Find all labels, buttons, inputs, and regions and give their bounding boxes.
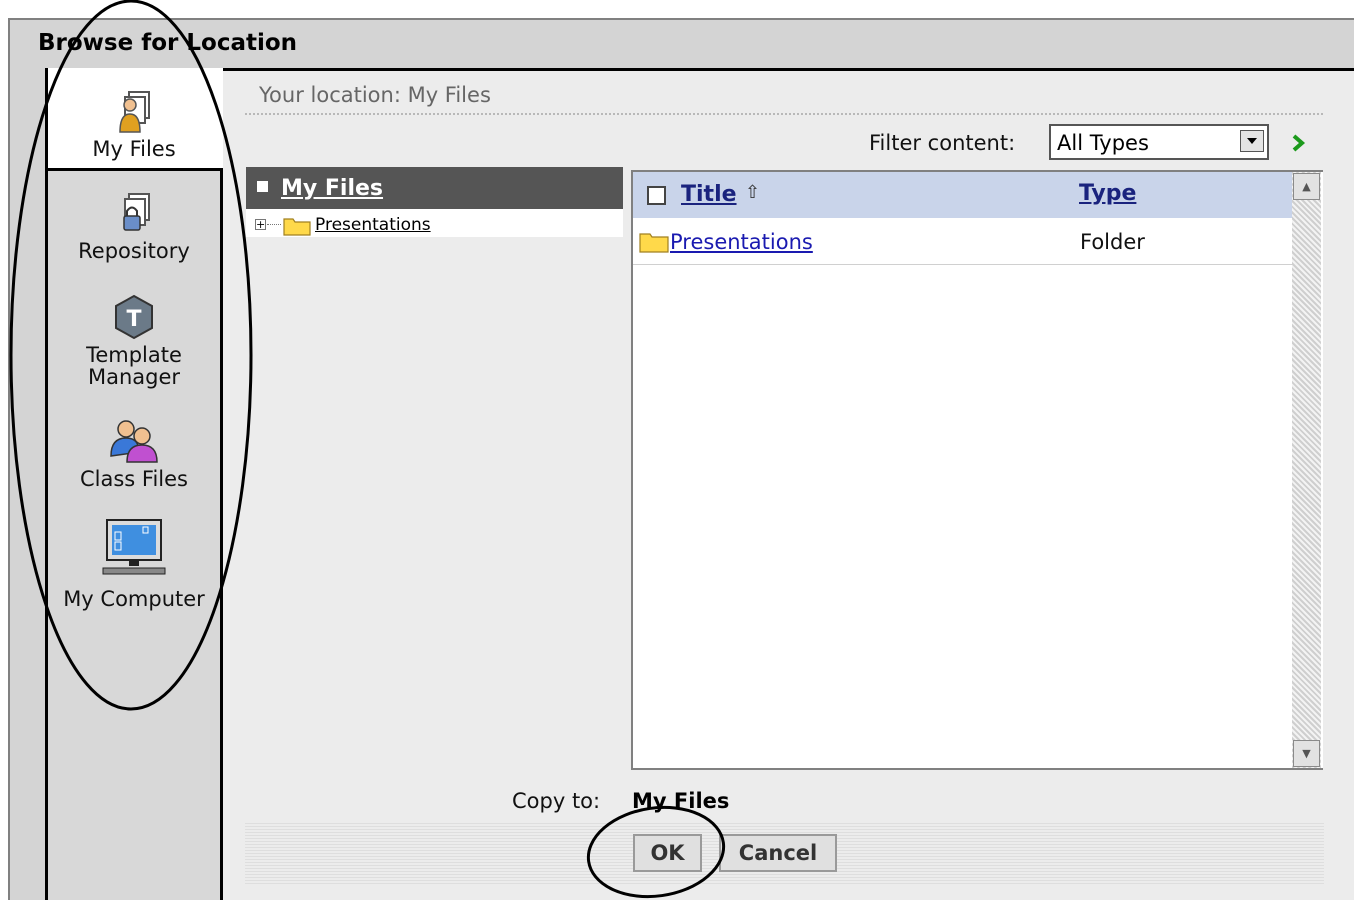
expand-plus-icon[interactable]: + bbox=[255, 219, 266, 230]
filter-label: Filter content: bbox=[869, 131, 1016, 155]
svg-text:T: T bbox=[126, 307, 141, 332]
sidebar-item-my-files[interactable]: My Files bbox=[48, 88, 220, 160]
vertical-scrollbar[interactable] bbox=[1292, 172, 1321, 768]
column-header-title[interactable]: Title bbox=[681, 182, 737, 207]
scroll-up-button[interactable]: ▲ bbox=[1293, 173, 1320, 200]
file-type-cell: Folder bbox=[1080, 230, 1145, 254]
template-manager-icon: T bbox=[115, 294, 153, 340]
sidebar-item-class-files[interactable]: Class Files bbox=[48, 416, 220, 490]
filter-go-button[interactable] bbox=[1289, 133, 1307, 159]
tree-connector bbox=[267, 224, 281, 225]
active-tab-border bbox=[45, 168, 223, 171]
dialog-title: Browse for Location bbox=[38, 30, 298, 56]
sidebar-item-label: My Files bbox=[92, 137, 176, 161]
sidebar-item-repository[interactable]: Repository bbox=[48, 192, 220, 262]
location-breadcrumb: Your location: My Files bbox=[259, 83, 491, 107]
location-divider bbox=[245, 113, 1323, 115]
copy-to-value: My Files bbox=[632, 789, 730, 813]
copy-to-label: Copy to: bbox=[512, 789, 601, 813]
class-files-icon bbox=[110, 420, 158, 463]
sidebar-item-template-manager[interactable]: T Template Manager bbox=[48, 294, 220, 388]
folder-icon bbox=[639, 233, 669, 253]
file-name-link[interactable]: Presentations bbox=[670, 230, 813, 254]
chevron-right-icon bbox=[1292, 134, 1306, 152]
filter-dropdown-button[interactable] bbox=[1240, 130, 1264, 152]
sidebar-item-label: My Computer bbox=[63, 587, 205, 611]
sidebar-divider bbox=[220, 168, 223, 900]
filter-selected-value: All Types bbox=[1057, 131, 1149, 155]
chevron-down-icon bbox=[1247, 138, 1257, 144]
column-header-type[interactable]: Type bbox=[1079, 181, 1136, 206]
scroll-down-button[interactable]: ▼ bbox=[1293, 740, 1320, 767]
my-files-icon bbox=[119, 91, 150, 133]
tree-root-link[interactable]: My Files bbox=[281, 176, 383, 201]
repository-icon bbox=[123, 193, 150, 231]
sidebar-item-label: Template Manager bbox=[86, 343, 182, 389]
sidebar-item-label: Class Files bbox=[79, 467, 188, 491]
folder-icon bbox=[283, 218, 311, 236]
tree-root-bullet-icon bbox=[257, 181, 268, 192]
select-all-checkbox[interactable] bbox=[647, 186, 666, 205]
tree-item-presentations[interactable]: Presentations bbox=[315, 215, 431, 235]
sidebar-item-label: Repository bbox=[78, 239, 190, 263]
cancel-button[interactable]: Cancel bbox=[719, 834, 837, 872]
sort-up-icon: ⇧ bbox=[745, 182, 761, 203]
sidebar-item-my-computer[interactable]: My Computer bbox=[48, 518, 220, 610]
ok-button[interactable]: OK bbox=[633, 834, 702, 872]
my-computer-icon bbox=[102, 519, 166, 575]
